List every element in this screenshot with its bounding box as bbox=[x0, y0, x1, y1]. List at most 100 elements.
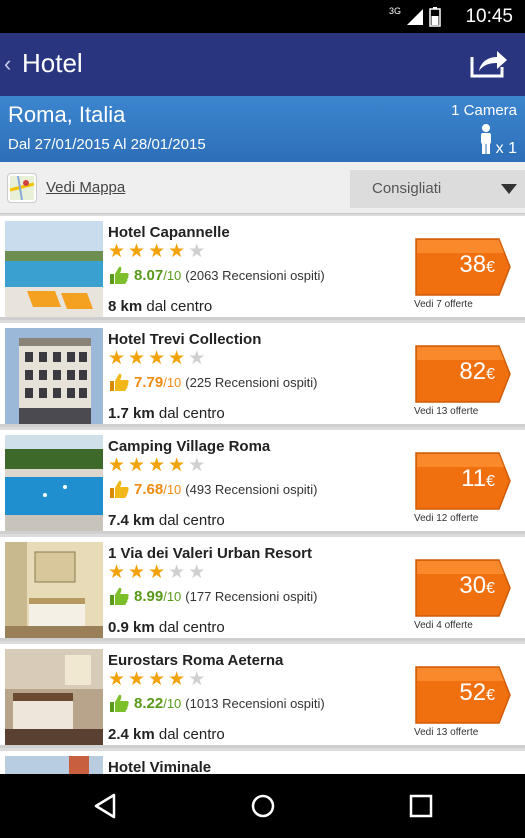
star-icon: ★ bbox=[148, 562, 166, 583]
distance-value: 8 km bbox=[108, 298, 143, 315]
star-icon: ★ bbox=[168, 562, 186, 583]
score-scale: /10 bbox=[163, 481, 182, 497]
star-icon: ★ bbox=[148, 669, 166, 690]
nav-home-icon[interactable] bbox=[250, 792, 276, 820]
score-value: 7.79 bbox=[134, 373, 164, 391]
distance: 0.9 km dal centro bbox=[108, 619, 225, 636]
hotel-photo bbox=[5, 435, 103, 531]
offers-link[interactable]: Vedi 4 offerte bbox=[414, 620, 473, 631]
distance-value: 1.7 km bbox=[108, 405, 155, 422]
distance-value: 7.4 km bbox=[108, 512, 155, 529]
hotel-name[interactable]: Camping Village Roma bbox=[108, 438, 270, 455]
price-value: 82 bbox=[459, 358, 487, 385]
page-title: Hotel bbox=[22, 48, 83, 78]
price-value: 11 bbox=[461, 465, 487, 492]
guests-count: x 1 bbox=[495, 140, 517, 157]
star-icon: ★ bbox=[108, 348, 126, 369]
hotel-photo bbox=[5, 649, 103, 745]
thumbs-up-icon bbox=[110, 480, 129, 498]
star-icon: ★ bbox=[168, 455, 186, 476]
share-icon[interactable] bbox=[469, 47, 509, 79]
hotel-row[interactable]: Hotel Capannelle ★ ★ ★ ★ ★ 8.07 /10 (206… bbox=[0, 216, 525, 320]
review-score: 7.79 /10 (225 Recensioni ospiti) bbox=[108, 371, 318, 393]
hotel-name[interactable]: Eurostars Roma Aeterna bbox=[108, 652, 283, 669]
navigation-bar bbox=[0, 774, 525, 838]
dropdown-arrow-icon bbox=[501, 184, 517, 194]
score-value: 8.22 bbox=[134, 694, 164, 712]
reviews-count: (493 Recensioni ospiti) bbox=[185, 481, 318, 497]
star-icon: ★ bbox=[128, 455, 146, 476]
offers-link[interactable]: Vedi 12 offerte bbox=[414, 513, 478, 524]
app-bar: ‹ Hotel bbox=[0, 33, 525, 96]
score-scale: /10 bbox=[163, 374, 182, 390]
offers-link[interactable]: Vedi 13 offerte bbox=[414, 406, 478, 417]
thumbs-up-icon bbox=[110, 373, 129, 391]
star-icon: ★ bbox=[148, 241, 166, 262]
reviews-count: (2063 Recensioni ospiti) bbox=[185, 267, 325, 283]
nav-back-icon[interactable] bbox=[92, 792, 118, 820]
star-icon: ★ bbox=[168, 669, 186, 690]
review-score: 8.99 /10 (177 Recensioni ospiti) bbox=[108, 585, 318, 607]
hotel-row[interactable]: Eurostars Roma Aeterna ★ ★ ★ ★ ★ 8.22 /1… bbox=[0, 644, 525, 748]
reviews-count: (225 Recensioni ospiti) bbox=[185, 374, 318, 390]
person-icon bbox=[481, 124, 491, 154]
hotel-row[interactable]: Hotel Viminale bbox=[0, 751, 525, 774]
star-icon: ★ bbox=[108, 669, 126, 690]
distance-label: dal centro bbox=[146, 298, 213, 315]
hotel-name[interactable]: Hotel Viminale bbox=[108, 759, 211, 774]
thumbs-up-icon bbox=[110, 587, 129, 605]
hotel-row[interactable]: Camping Village Roma ★ ★ ★ ★ ★ 7.68 /10 … bbox=[0, 430, 525, 534]
map-icon[interactable] bbox=[7, 173, 37, 203]
price-value: 38 bbox=[459, 251, 487, 278]
price-label: 30€ bbox=[413, 572, 495, 600]
star-icon: ★ bbox=[148, 348, 166, 369]
star-rating: ★ ★ ★ ★ ★ bbox=[108, 562, 205, 584]
star-icon: ★ bbox=[188, 669, 206, 690]
hotel-name[interactable]: Hotel Trevi Collection bbox=[108, 331, 261, 348]
hotel-row[interactable]: 1 Via dei Valeri Urban Resort ★ ★ ★ ★ ★ … bbox=[0, 537, 525, 641]
hotel-name[interactable]: Hotel Capannelle bbox=[108, 224, 230, 241]
distance-label: dal centro bbox=[158, 405, 225, 422]
review-score: 7.68 /10 (493 Recensioni ospiti) bbox=[108, 478, 318, 500]
star-icon: ★ bbox=[188, 348, 206, 369]
price-value: 30 bbox=[459, 572, 487, 599]
price-label: 82€ bbox=[413, 358, 495, 386]
star-icon: ★ bbox=[148, 455, 166, 476]
hotel-photo bbox=[5, 542, 103, 638]
status-bar: 3G 10:45 bbox=[0, 0, 525, 33]
currency-symbol: € bbox=[486, 366, 495, 383]
network-label: 3G bbox=[388, 6, 401, 16]
review-score: 8.07 /10 (2063 Recensioni ospiti) bbox=[108, 264, 325, 286]
hotel-list[interactable]: Hotel Capannelle ★ ★ ★ ★ ★ 8.07 /10 (206… bbox=[0, 216, 525, 774]
nav-recents-icon[interactable] bbox=[408, 792, 434, 820]
currency-symbol: € bbox=[486, 259, 495, 276]
status-icons: 3G bbox=[388, 6, 441, 27]
view-map-link[interactable]: Vedi Mappa bbox=[46, 179, 125, 196]
distance: 1.7 km dal centro bbox=[108, 405, 225, 422]
star-rating: ★ ★ ★ ★ ★ bbox=[108, 348, 205, 370]
star-icon: ★ bbox=[108, 562, 126, 583]
star-icon: ★ bbox=[188, 562, 206, 583]
star-icon: ★ bbox=[128, 562, 146, 583]
score-scale: /10 bbox=[163, 695, 182, 711]
star-rating: ★ ★ ★ ★ ★ bbox=[108, 241, 205, 263]
destination-city: Roma, Italia bbox=[8, 102, 126, 127]
filter-bar: Vedi Mappa Consigliati bbox=[0, 162, 525, 214]
star-icon: ★ bbox=[108, 455, 126, 476]
distance-label: dal centro bbox=[158, 512, 225, 529]
chevron-left-icon[interactable]: ‹ bbox=[4, 51, 11, 77]
distance-value: 2.4 km bbox=[108, 726, 155, 743]
star-icon: ★ bbox=[128, 669, 146, 690]
reviews-count: (1013 Recensioni ospiti) bbox=[185, 695, 325, 711]
score-scale: /10 bbox=[163, 588, 182, 604]
distance: 2.4 km dal centro bbox=[108, 726, 225, 743]
price-label: 38€ bbox=[413, 251, 495, 279]
offers-link[interactable]: Vedi 13 offerte bbox=[414, 727, 478, 738]
sort-dropdown[interactable]: Consigliati bbox=[350, 170, 525, 208]
hotel-name[interactable]: 1 Via dei Valeri Urban Resort bbox=[108, 545, 312, 562]
hotel-photo bbox=[5, 756, 103, 774]
star-icon: ★ bbox=[168, 241, 186, 262]
offers-link[interactable]: Vedi 7 offerte bbox=[414, 299, 473, 310]
battery-icon bbox=[429, 7, 441, 27]
hotel-row[interactable]: Hotel Trevi Collection ★ ★ ★ ★ ★ 7.79 /1… bbox=[0, 323, 525, 427]
